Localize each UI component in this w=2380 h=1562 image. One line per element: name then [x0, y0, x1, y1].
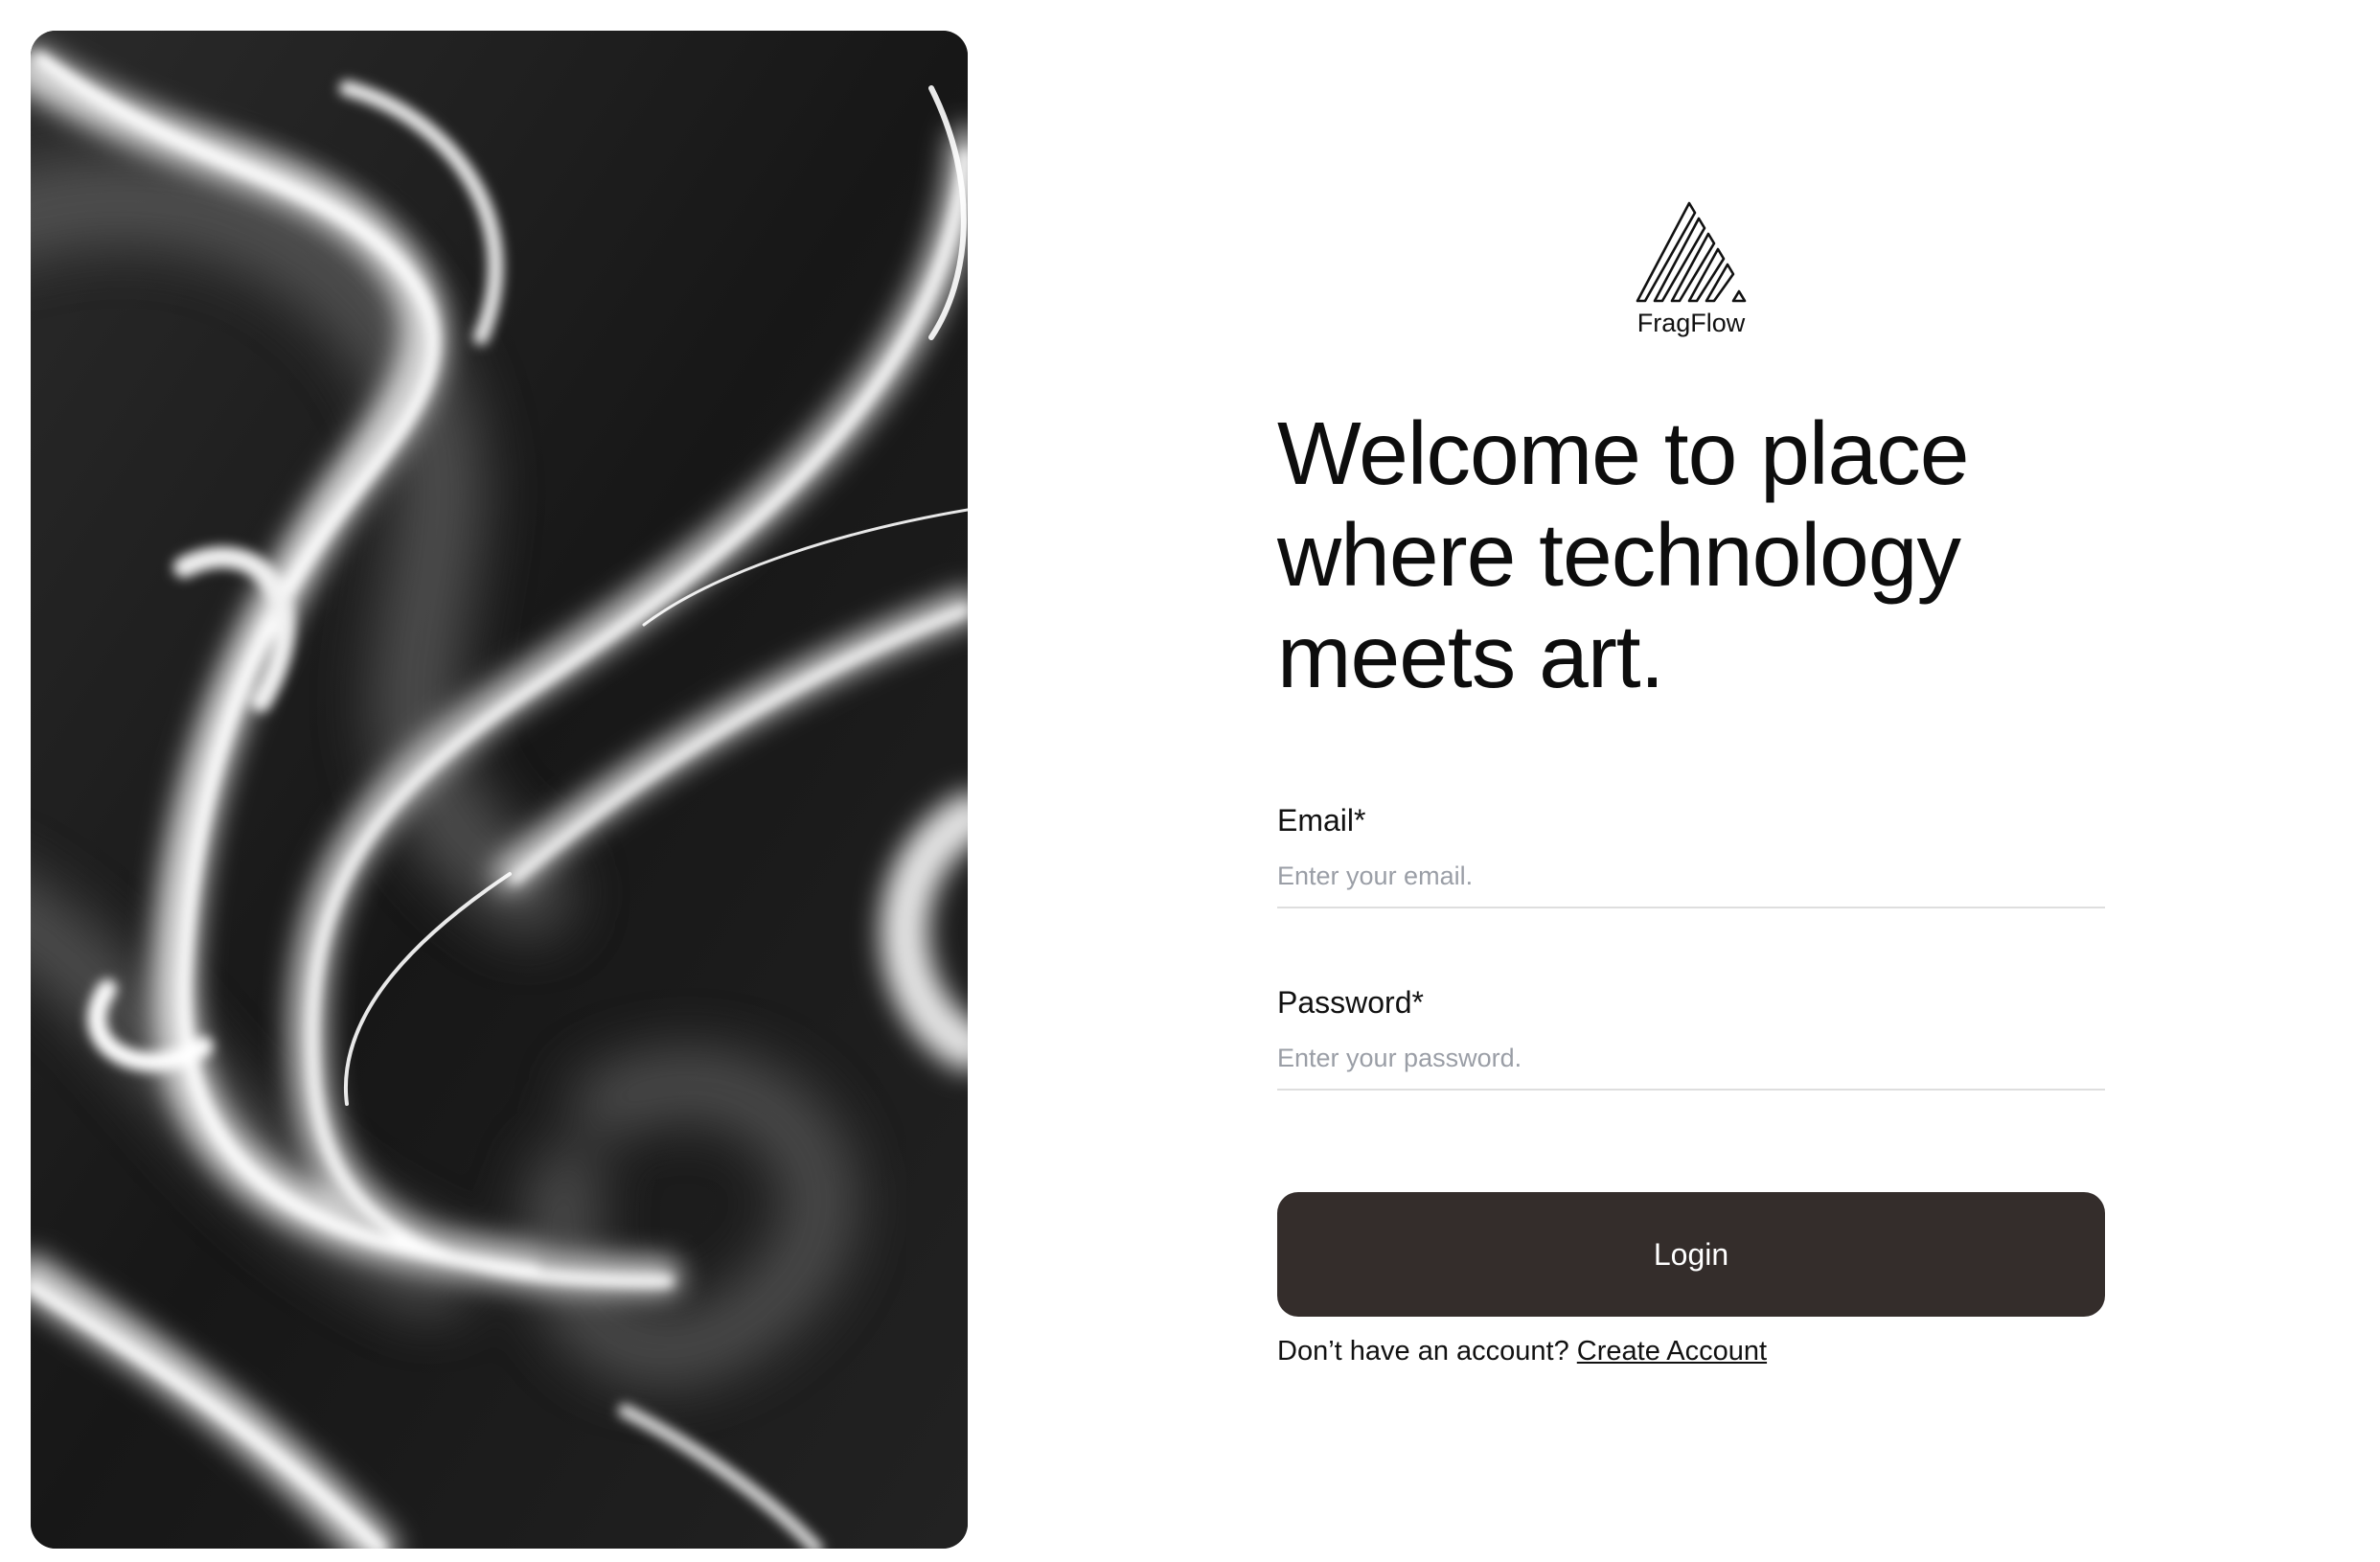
create-account-link[interactable]: Create Account: [1577, 1336, 1767, 1367]
liquid-metal-art: [31, 31, 968, 1549]
triangle-stripes-logo-icon: [1636, 201, 1747, 303]
headline-line-3: meets art.: [1277, 607, 1664, 706]
login-form-area: FragFlow Welcome to place where technolo…: [1277, 0, 2105, 1562]
headline-line-2: where technology: [1277, 505, 1961, 605]
login-button[interactable]: Login: [1277, 1192, 2105, 1317]
password-input[interactable]: [1277, 1044, 2105, 1091]
brand: FragFlow: [1277, 201, 2105, 338]
email-label: Email*: [1277, 803, 1366, 838]
brand-name: FragFlow: [1636, 309, 1746, 337]
abstract-art-image: [31, 31, 968, 1549]
headline-line-1: Welcome to place: [1277, 403, 1969, 503]
signup-prompt: Don’t have an account?: [1277, 1336, 1569, 1367]
email-input[interactable]: [1277, 861, 2105, 908]
password-field-group: Password*: [1277, 985, 2105, 1091]
page-title: Welcome to place where technology meets …: [1277, 402, 2105, 707]
password-label: Password*: [1277, 985, 1424, 1020]
email-field-group: Email*: [1277, 803, 2105, 908]
login-page: FragFlow Welcome to place where technolo…: [0, 0, 2380, 1562]
signup-row: Don’t have an account? Create Account: [1277, 1336, 1767, 1367]
